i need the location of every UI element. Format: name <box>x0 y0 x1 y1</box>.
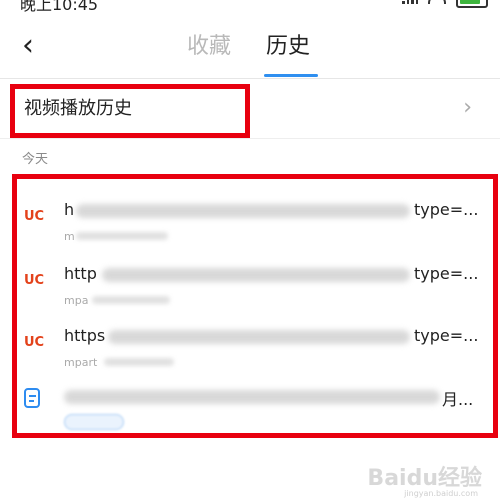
section-header-today: 今天 <box>22 152 49 167</box>
blurred-title <box>64 390 440 404</box>
history-item-title-suffix: type=... <box>414 326 479 345</box>
history-item-title-suffix: 月... <box>442 390 474 409</box>
document-icon <box>24 388 40 408</box>
uc-browser-icon: UC <box>24 273 45 288</box>
tab-favorites[interactable]: 收藏 <box>187 32 231 62</box>
blurred-tag <box>64 414 124 430</box>
history-item[interactable]: 月... <box>0 374 500 434</box>
blurred-url <box>108 330 410 344</box>
uc-browser-icon: UC <box>24 209 45 224</box>
status-bar: 晚上10:45 <box>0 0 500 14</box>
chevron-right-icon: › <box>463 95 472 120</box>
battery-icon <box>456 0 488 8</box>
history-item-title-suffix: type=... <box>414 264 479 283</box>
history-item-title-prefix: h <box>64 200 75 219</box>
watermark-url: jingyan.baidu.com <box>404 489 478 498</box>
watermark-logo: Baidu经验 <box>367 466 482 491</box>
history-item[interactable]: UC http type=... mpa <box>0 252 500 312</box>
blurred-url <box>76 204 410 218</box>
blurred-domain <box>76 232 168 240</box>
history-item-title-prefix: http <box>64 264 97 283</box>
active-tab-indicator <box>264 74 318 77</box>
tab-history[interactable]: 历史 <box>266 32 310 62</box>
header: ‹ 收藏 历史 <box>0 12 500 79</box>
uc-browser-icon: UC <box>24 335 45 350</box>
signal-icon <box>402 0 418 4</box>
history-item[interactable]: UC h type=... m <box>0 188 500 248</box>
history-item[interactable]: UC https type=... mpart <box>0 314 500 374</box>
history-item-title-prefix: https <box>64 326 106 345</box>
history-item-title-suffix: type=... <box>414 200 479 219</box>
history-item-domain: mpart <box>64 356 98 369</box>
blurred-url <box>102 268 410 282</box>
video-history-label: 视频播放历史 <box>24 98 132 119</box>
blurred-domain <box>104 358 174 366</box>
status-icons <box>402 0 488 8</box>
back-chevron-icon[interactable]: ‹ <box>22 26 52 66</box>
wifi-icon <box>428 0 446 4</box>
history-item-domain: m <box>64 230 75 243</box>
history-item-domain: mpa <box>64 294 89 307</box>
video-history-row[interactable]: 视频播放历史 › <box>0 80 500 139</box>
blurred-domain <box>92 296 170 304</box>
